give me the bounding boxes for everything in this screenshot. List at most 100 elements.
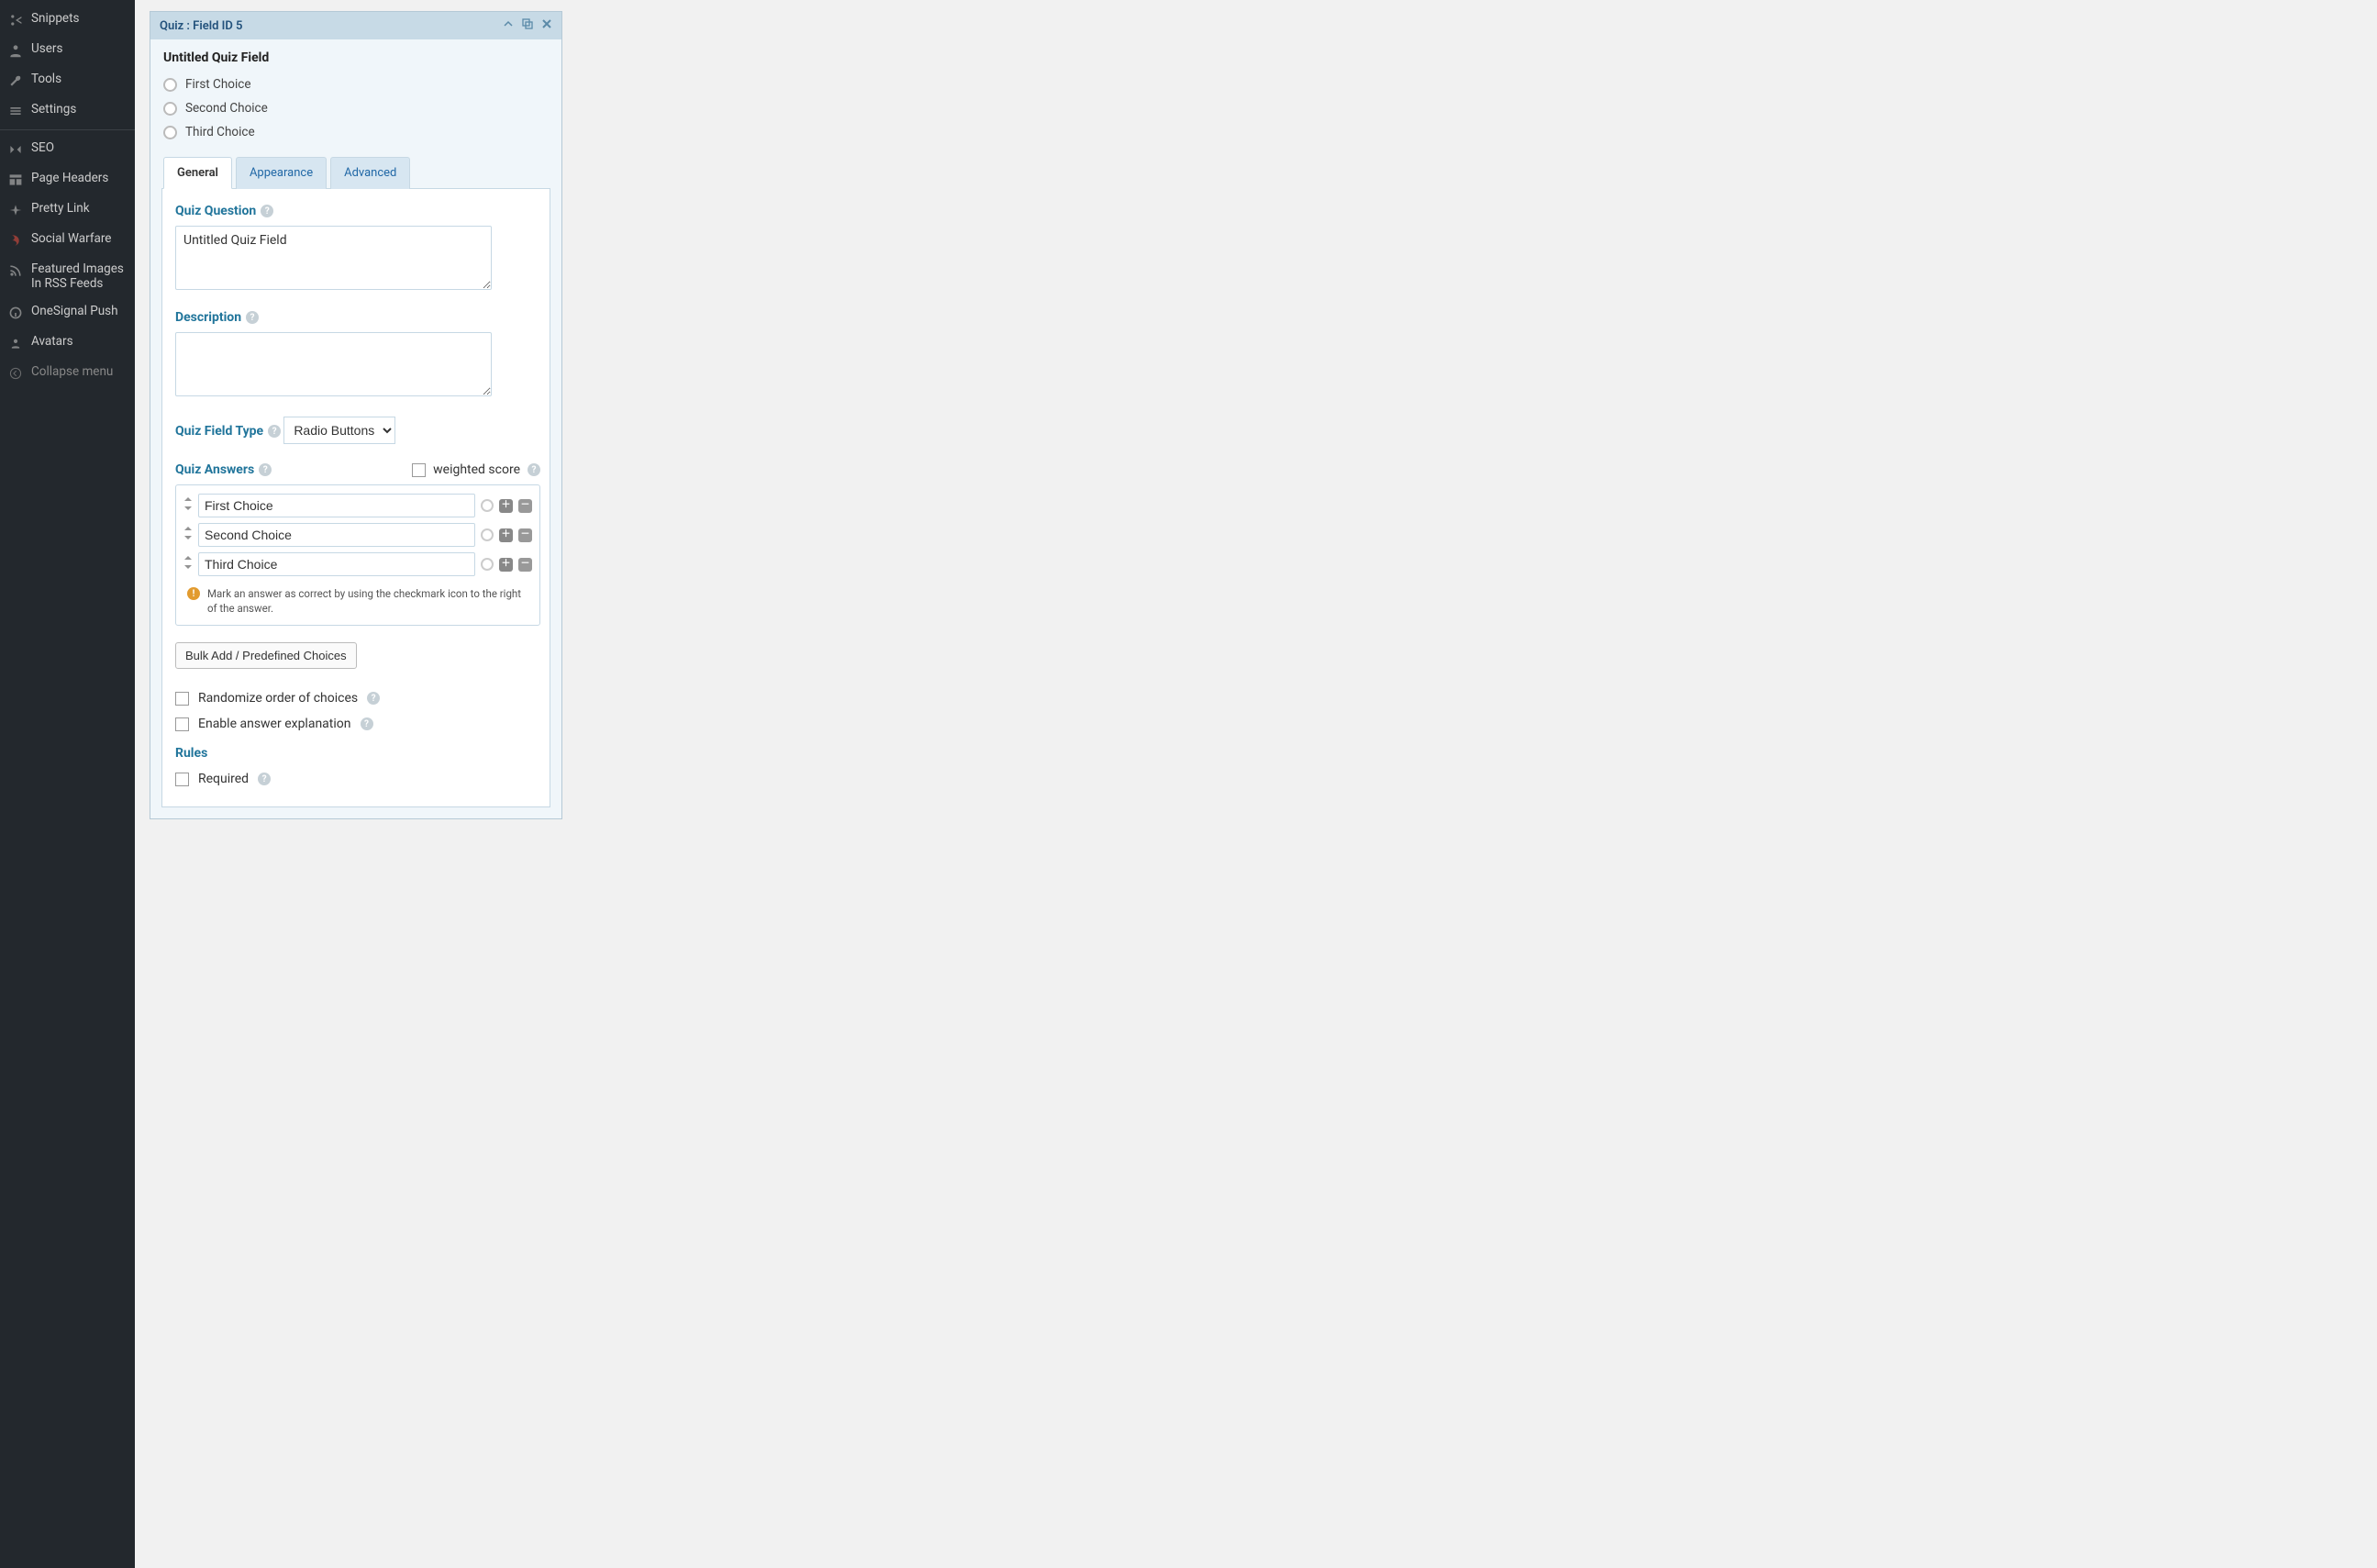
quiz-question-input[interactable] bbox=[175, 226, 492, 290]
sidebar-collapse[interactable]: Collapse menu bbox=[0, 358, 135, 388]
preview-choice[interactable]: First Choice bbox=[163, 72, 549, 96]
sidebar-item-page-headers[interactable]: Page Headers bbox=[0, 164, 135, 195]
collapse-up-icon[interactable] bbox=[503, 18, 514, 33]
hint-text: Mark an answer as correct by using the c… bbox=[207, 586, 528, 616]
help-icon[interactable]: ? bbox=[259, 463, 272, 476]
sidebar-item-pretty-link[interactable]: Pretty Link bbox=[0, 195, 135, 225]
label-text: Description bbox=[175, 310, 241, 325]
help-icon[interactable]: ? bbox=[361, 717, 373, 730]
sidebar-item-onesignal[interactable]: OneSignal Push bbox=[0, 297, 135, 328]
sidebar-item-users[interactable]: Users bbox=[0, 35, 135, 65]
description-input[interactable] bbox=[175, 332, 492, 396]
required-option[interactable]: Required ? bbox=[175, 766, 537, 792]
radio-icon bbox=[163, 126, 177, 139]
radio-icon bbox=[163, 78, 177, 92]
sidebar-label: Pretty Link bbox=[31, 201, 90, 216]
sidebar-label: Users bbox=[31, 41, 62, 56]
label-text: Quiz Question bbox=[175, 204, 256, 218]
bell-icon bbox=[7, 305, 24, 321]
main-content: Quiz : Field ID 5 Untitled Quiz Field Fi… bbox=[135, 0, 2377, 1568]
wrench-icon bbox=[7, 72, 24, 89]
drag-handle-icon[interactable] bbox=[183, 527, 193, 543]
sidebar-label: Avatars bbox=[31, 334, 73, 349]
help-icon[interactable]: ? bbox=[367, 692, 380, 705]
quiz-question-label: Quiz Question ? bbox=[175, 204, 273, 218]
answers-hint: ! Mark an answer as correct by using the… bbox=[183, 579, 532, 616]
checkbox-icon bbox=[175, 773, 189, 786]
sidebar-label: OneSignal Push bbox=[31, 304, 118, 318]
scissors-icon bbox=[7, 12, 24, 28]
answer-input[interactable] bbox=[198, 552, 475, 576]
sidebar-item-featured-images[interactable]: Featured Images In RSS Feeds bbox=[0, 255, 135, 297]
sidebar-divider bbox=[0, 129, 135, 130]
help-icon[interactable]: ? bbox=[258, 773, 271, 785]
add-answer-icon[interactable]: ＋ bbox=[499, 528, 513, 542]
close-icon[interactable] bbox=[541, 18, 552, 33]
answer-row: ＋ － bbox=[183, 550, 532, 579]
answer-input[interactable] bbox=[198, 523, 475, 547]
remove-answer-icon[interactable]: － bbox=[518, 499, 532, 513]
drag-handle-icon[interactable] bbox=[183, 556, 193, 573]
help-icon[interactable]: ? bbox=[528, 463, 540, 476]
sidebar-label: Tools bbox=[31, 72, 61, 86]
sidebar-item-snippets[interactable]: Snippets bbox=[0, 5, 135, 35]
tab-advanced[interactable]: Advanced bbox=[330, 157, 410, 189]
weighted-score-option[interactable]: weighted score ? bbox=[412, 462, 540, 477]
field-type-select[interactable]: Radio Buttons bbox=[283, 417, 395, 444]
sidebar-item-settings[interactable]: Settings bbox=[0, 95, 135, 126]
answer-input[interactable] bbox=[198, 494, 475, 517]
help-icon[interactable]: ? bbox=[268, 425, 281, 438]
section-field-type: Quiz Field Type ? Radio Buttons bbox=[175, 417, 537, 446]
tab-body-general: Quiz Question ? Description ? Quiz Field… bbox=[161, 188, 550, 807]
choice-label: Second Choice bbox=[185, 101, 268, 116]
tab-general[interactable]: General bbox=[163, 157, 232, 189]
option-label: Randomize order of choices bbox=[198, 691, 358, 706]
sidebar-label: Settings bbox=[31, 102, 76, 117]
option-label: Required bbox=[198, 772, 249, 786]
quiz-answers-label: Quiz Answers ? bbox=[175, 462, 272, 477]
mark-correct-icon[interactable] bbox=[481, 558, 494, 571]
sidebar-item-seo[interactable]: SEO bbox=[0, 134, 135, 164]
tabs-row: General Appearance Advanced bbox=[150, 157, 561, 189]
sidebar-item-social-warfare[interactable]: Social Warfare bbox=[0, 225, 135, 255]
mark-correct-icon[interactable] bbox=[481, 499, 494, 512]
sidebar-label: Page Headers bbox=[31, 171, 108, 185]
add-answer-icon[interactable]: ＋ bbox=[499, 558, 513, 572]
label-text: Quiz Field Type bbox=[175, 424, 263, 439]
info-icon: ! bbox=[187, 587, 200, 600]
section-bulk-add: Bulk Add / Predefined Choices bbox=[175, 642, 537, 669]
help-icon[interactable]: ? bbox=[261, 205, 273, 217]
avatar-icon bbox=[7, 335, 24, 351]
sidebar-item-tools[interactable]: Tools bbox=[0, 65, 135, 95]
checkbox-icon bbox=[175, 692, 189, 706]
quiz-field-panel: Quiz : Field ID 5 Untitled Quiz Field Fi… bbox=[150, 11, 562, 819]
sidebar-item-avatars[interactable]: Avatars bbox=[0, 328, 135, 358]
panel-header-title: Quiz : Field ID 5 bbox=[160, 19, 243, 33]
drag-handle-icon[interactable] bbox=[183, 497, 193, 514]
preview-choice[interactable]: Second Choice bbox=[163, 96, 549, 120]
answer-row: ＋ － bbox=[183, 491, 532, 520]
duplicate-icon[interactable] bbox=[521, 17, 534, 34]
remove-answer-icon[interactable]: － bbox=[518, 558, 532, 572]
field-preview-title: Untitled Quiz Field bbox=[163, 50, 549, 65]
help-icon[interactable]: ? bbox=[246, 311, 259, 324]
preview-choice[interactable]: Third Choice bbox=[163, 120, 549, 144]
star-icon bbox=[7, 202, 24, 218]
radio-icon bbox=[163, 102, 177, 116]
panel-header-actions bbox=[503, 17, 552, 34]
mark-correct-icon[interactable] bbox=[481, 528, 494, 541]
section-quiz-answers: Quiz Answers ? weighted score ? bbox=[175, 462, 537, 626]
option-label: Enable answer explanation bbox=[198, 717, 351, 731]
panel-header: Quiz : Field ID 5 bbox=[150, 12, 561, 39]
randomize-option[interactable]: Randomize order of choices ? bbox=[175, 685, 537, 711]
sidebar-label: Social Warfare bbox=[31, 231, 111, 246]
sliders-icon bbox=[7, 103, 24, 119]
enable-explanation-option[interactable]: Enable answer explanation ? bbox=[175, 711, 537, 737]
rules-label: Rules bbox=[175, 746, 537, 761]
remove-answer-icon[interactable]: － bbox=[518, 528, 532, 542]
field-type-label: Quiz Field Type ? bbox=[175, 424, 281, 439]
add-answer-icon[interactable]: ＋ bbox=[499, 499, 513, 513]
admin-sidebar: Snippets Users Tools Settings SEO Page H… bbox=[0, 0, 135, 1568]
tab-appearance[interactable]: Appearance bbox=[236, 157, 327, 189]
bulk-add-button[interactable]: Bulk Add / Predefined Choices bbox=[175, 642, 357, 669]
